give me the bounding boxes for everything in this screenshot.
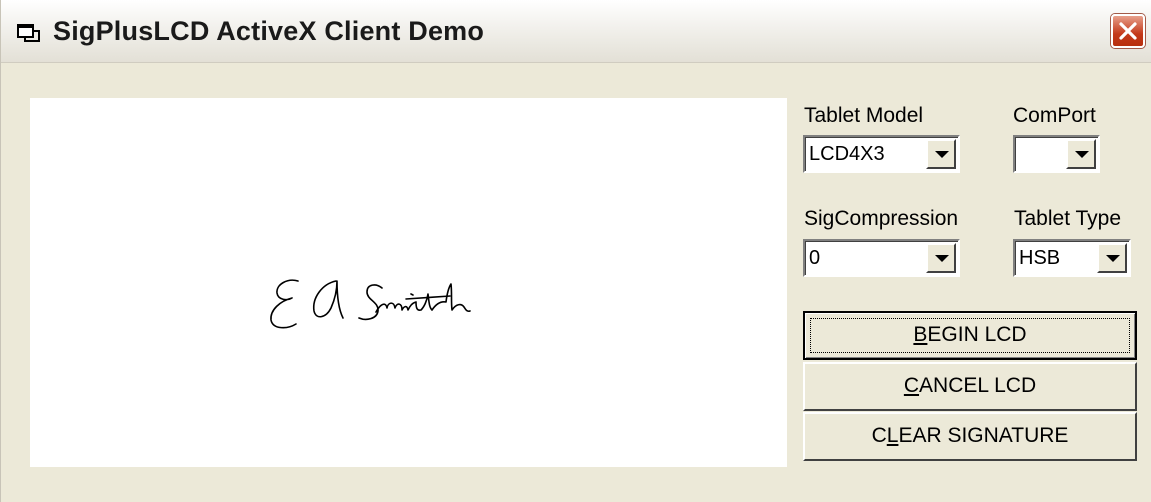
close-button[interactable] [1111,14,1145,48]
clear-label-rest: EAR SIGNATURE [898,424,1069,447]
tablet-model-value: LCD4X3 [809,143,885,165]
title-bar[interactable]: SigPlusLCD ActiveX Client Demo [1,0,1151,63]
window-title: SigPlusLCD ActiveX Client Demo [53,16,485,46]
cancel-label-rest: ANCEL LCD [919,374,1037,397]
chevron-down-icon[interactable] [1097,243,1127,273]
cancel-lcd-button[interactable]: CANCEL LCD [803,362,1137,411]
chevron-down-icon[interactable] [926,243,956,273]
begin-label-rest: EGIN LCD [927,323,1027,346]
begin-mnemonic: B [913,323,928,346]
app-window: SigPlusLCD ActiveX Client Demo Tablet Mo… [0,0,1151,502]
sig-compression-value: 0 [809,247,821,269]
close-icon [1119,22,1137,40]
signature-pad[interactable] [30,98,787,467]
begin-lcd-button[interactable]: BEGIN LCD [803,311,1137,360]
sig-compression-label: SigCompression [804,207,959,230]
tablet-type-value: HSB [1019,247,1061,269]
tablet-model-label: Tablet Model [804,104,924,127]
clear-mnemonic: L [886,424,899,447]
com-port-select[interactable] [1013,135,1100,173]
signature-stroke [270,279,471,329]
clear-signature-button[interactable]: CLEAR SIGNATURE [803,412,1137,461]
cancel-mnemonic: C [903,374,920,397]
window-icon[interactable] [17,23,41,43]
tablet-type-select[interactable]: HSB [1013,239,1131,277]
tablet-type-label: Tablet Type [1014,207,1122,230]
chevron-down-icon[interactable] [926,139,956,169]
sig-compression-select[interactable]: 0 [803,239,960,277]
clear-label-pre: C [871,424,887,447]
com-port-label: ComPort [1013,104,1096,127]
tablet-model-select[interactable]: LCD4X3 [803,135,960,173]
chevron-down-icon[interactable] [1066,139,1096,169]
